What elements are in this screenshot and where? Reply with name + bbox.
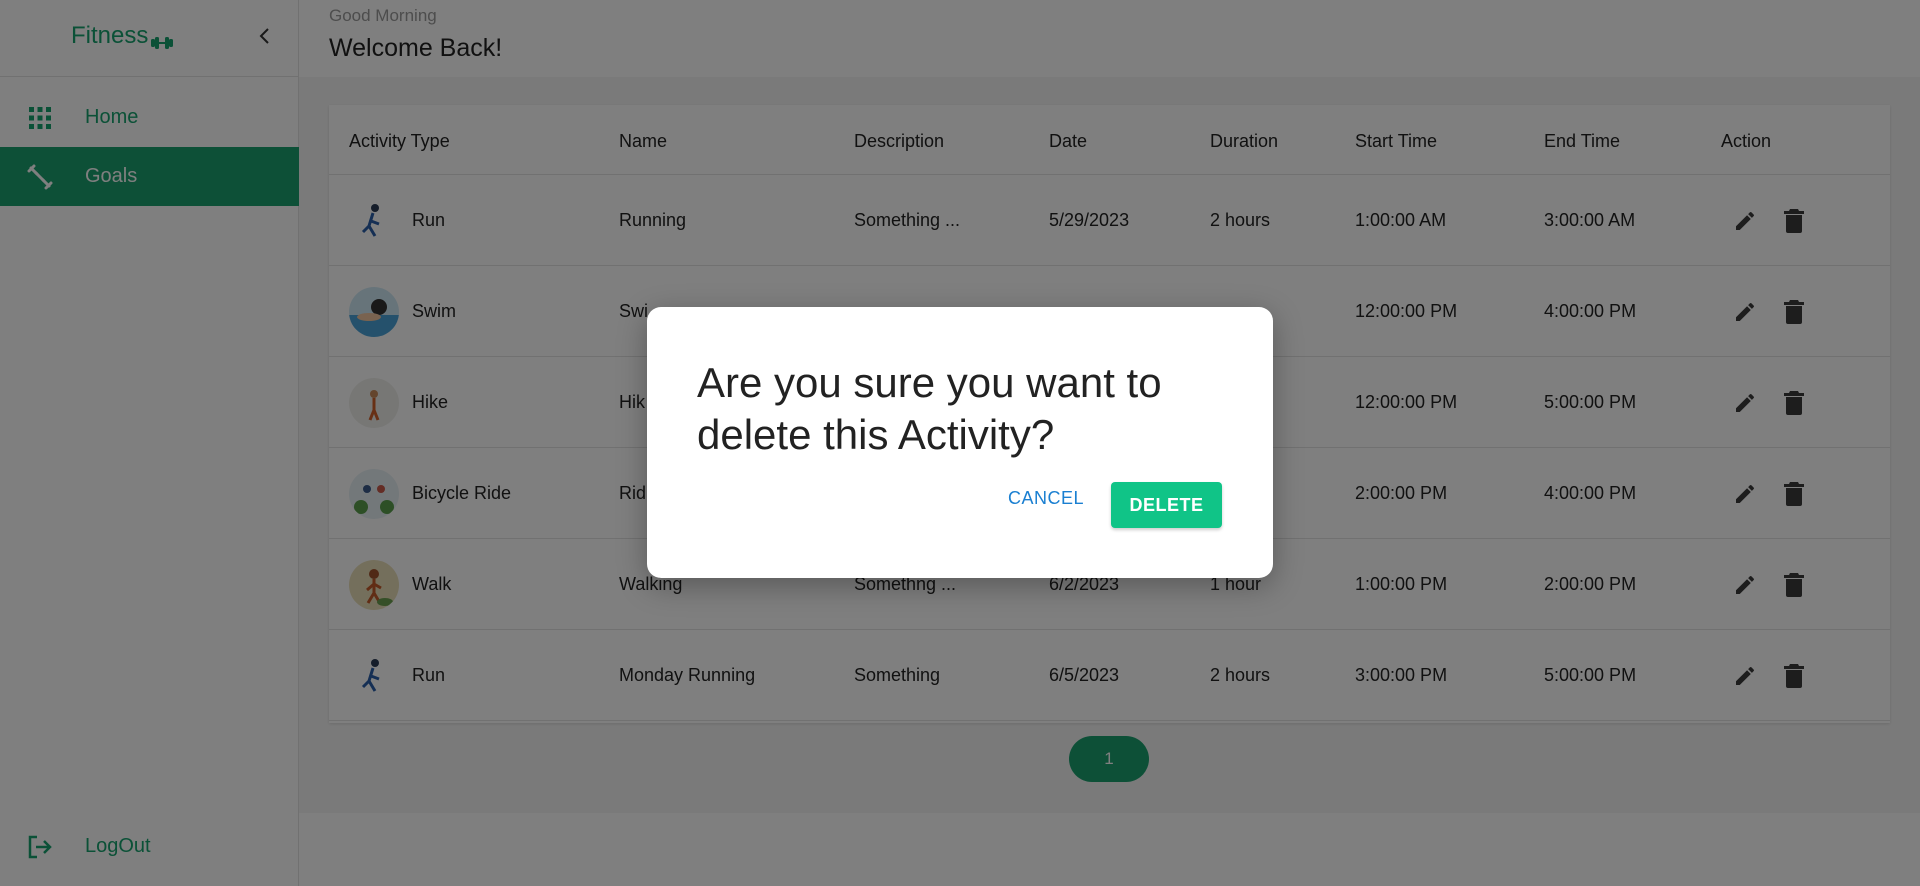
delete-button[interactable]: DELETE <box>1111 482 1222 528</box>
cancel-button[interactable]: CANCEL <box>1008 483 1084 513</box>
delete-confirm-dialog: Are you sure you want to delete this Act… <box>647 307 1273 578</box>
dialog-title: Are you sure you want to delete this Act… <box>697 359 1162 458</box>
